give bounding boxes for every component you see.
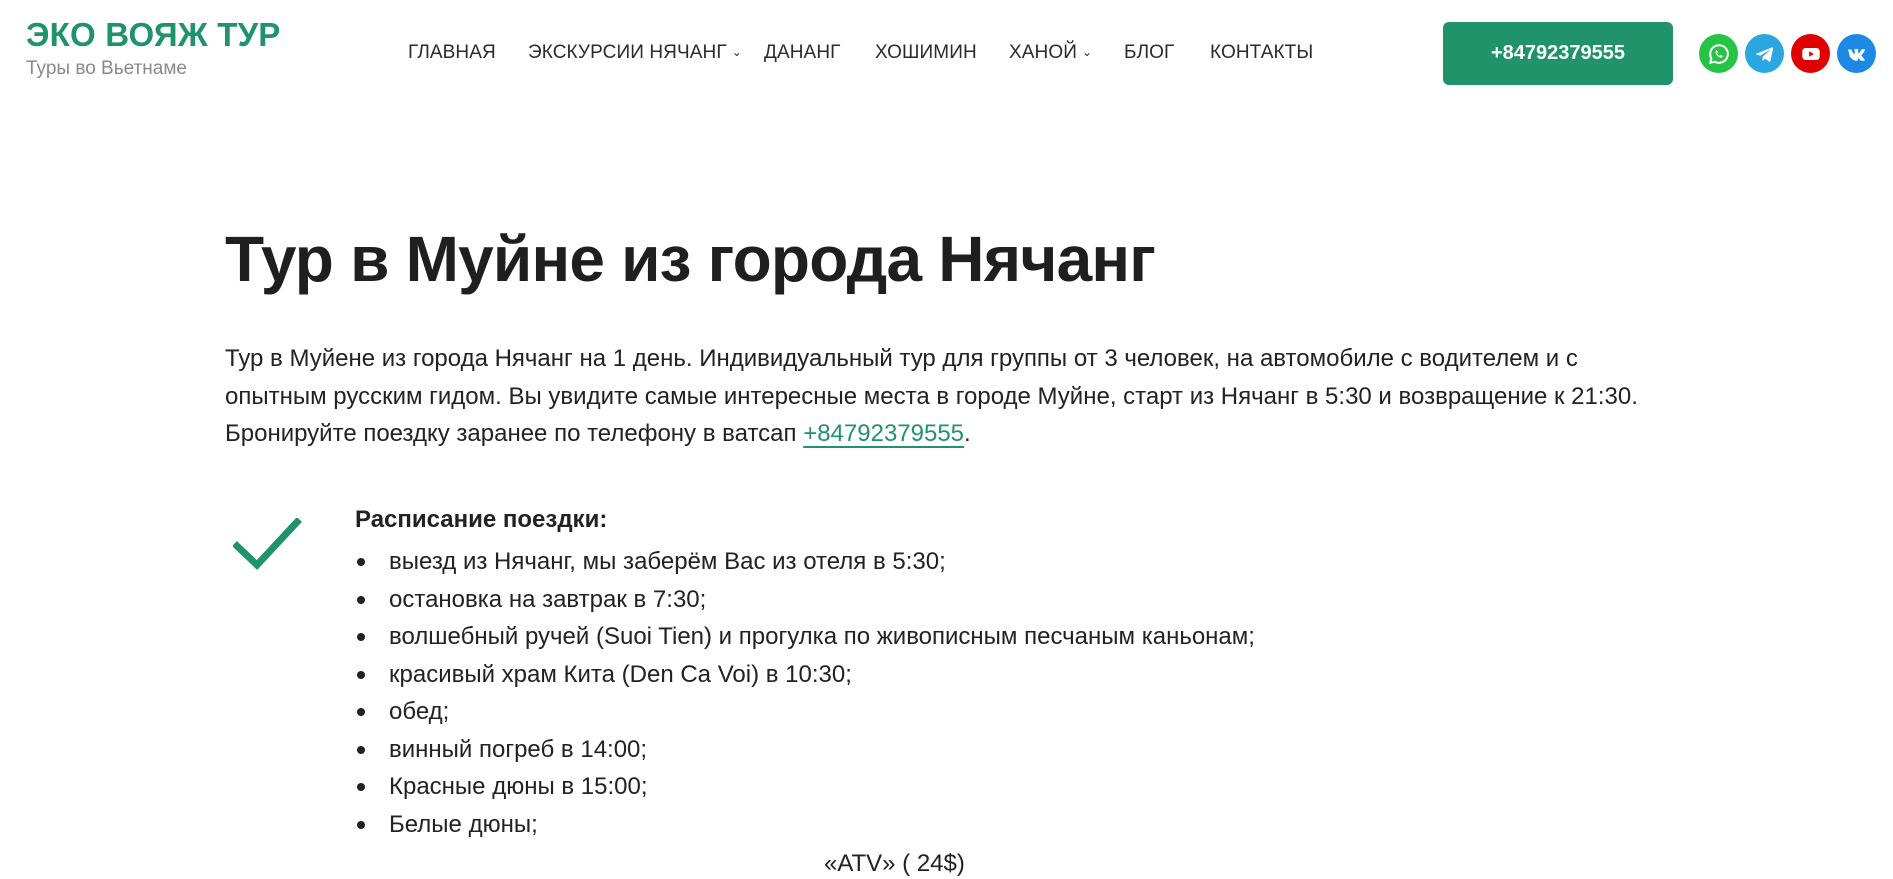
bullet-icon: [357, 595, 365, 604]
logo[interactable]: ЭКО ВОЯЖ ТУР Туры во Вьетнаме: [26, 16, 281, 80]
nav-item-label: ГЛАВНАЯ: [408, 42, 496, 63]
list-item: Красные дюны в 15:00;: [355, 768, 1555, 806]
bullet-icon: [357, 670, 365, 679]
logo-title[interactable]: ЭКО ВОЯЖ ТУР: [26, 16, 281, 54]
bullet-icon: [357, 558, 365, 566]
checkmark-icon: [233, 518, 302, 570]
chevron-down-icon: ⌄: [1082, 45, 1093, 59]
intro-paragraph: Тур в Муйене из города Нячанг на 1 день.…: [225, 340, 1685, 453]
telegram-icon[interactable]: [1745, 34, 1784, 73]
site-header: ЭКО ВОЯЖ ТУР Туры во Вьетнаме ГЛАВНАЯ ЭК…: [0, 0, 1893, 106]
nav-item-excursions-nhatrang[interactable]: ЭКСКУРСИИ НЯЧАНГ ⌄: [528, 41, 742, 66]
nav-item-label: ДАНАНГ: [764, 42, 841, 63]
bullet-icon: [357, 783, 365, 791]
list-item: волшебный ручей (Suoi Tien) и прогулка п…: [355, 618, 1555, 656]
nav-item-hanoi[interactable]: ХАНОЙ ⌄: [1009, 41, 1092, 66]
vk-icon[interactable]: [1837, 34, 1876, 73]
phone-button[interactable]: +84792379555: [1443, 22, 1673, 85]
list-item-text: выезд из Нячанг, мы заберём Вас из отеля…: [389, 548, 946, 575]
list-item: обед;: [355, 693, 1555, 731]
nav-item-hochiminh[interactable]: ХОШИМИН: [875, 41, 977, 65]
nav-item-label: ХАНОЙ: [1009, 42, 1078, 63]
main-content: Тур в Муйне из города Нячанг Тур в Муйен…: [225, 220, 1685, 838]
nav-item-home[interactable]: ГЛАВНАЯ: [408, 41, 496, 65]
cut-off-list-item: «АТV» ( 24$): [824, 850, 965, 877]
nav-item-label: ЭКСКУРСИИ НЯЧАНГ: [528, 42, 727, 63]
list-item-text: волшебный ручей (Suoi Tien) и прогулка п…: [389, 623, 1255, 650]
schedule-block: Расписание поездки: выезд из Нячанг, мы …: [355, 505, 1555, 843]
bullet-icon: [357, 820, 365, 829]
list-item: винный погреб в 14:00;: [355, 731, 1555, 769]
nav-item-blog[interactable]: БЛОГ: [1124, 41, 1174, 65]
nav-item-label: БЛОГ: [1124, 42, 1175, 63]
schedule-title: Расписание поездки:: [355, 506, 608, 533]
list-item: красивый храм Кита (Den Ca Voi) в 10:30;: [355, 656, 1555, 694]
chevron-down-icon: ⌄: [731, 45, 742, 59]
intro-phone-link[interactable]: +84792379555: [803, 420, 964, 447]
list-item-text: Красные дюны в 15:00;: [389, 773, 648, 800]
list-item: Белые дюны;: [355, 806, 1555, 844]
nav-item-contacts[interactable]: КОНТАКТЫ: [1210, 41, 1313, 65]
nav-item-danang[interactable]: ДАНАНГ: [764, 41, 841, 65]
list-item-text: обед;: [389, 698, 450, 725]
bullet-icon: [357, 633, 365, 641]
bullet-icon: [357, 745, 365, 754]
logo-subtitle: Туры во Вьетнаме: [26, 58, 187, 79]
schedule-list: выезд из Нячанг, мы заберём Вас из отеля…: [355, 543, 1555, 843]
youtube-icon[interactable]: [1791, 34, 1830, 73]
list-item-text: красивый храм Кита (Den Ca Voi) в 10:30;: [389, 660, 852, 688]
bullet-icon: [357, 708, 365, 716]
whatsapp-icon[interactable]: [1699, 34, 1738, 73]
list-item-text: Белые дюны;: [389, 810, 538, 838]
list-item-text: остановка на завтрак в 7:30;: [389, 585, 707, 613]
list-item: выезд из Нячанг, мы заберём Вас из отеля…: [355, 543, 1555, 581]
list-item-text: винный погреб в 14:00;: [389, 735, 648, 763]
intro-end: .: [964, 420, 971, 447]
nav-item-label: ХОШИМИН: [875, 42, 977, 63]
page-title: Тур в Муйне из города Нячанг: [225, 223, 1156, 295]
nav-item-label: КОНТАКТЫ: [1210, 42, 1314, 63]
list-item: остановка на завтрак в 7:30;: [355, 581, 1555, 619]
